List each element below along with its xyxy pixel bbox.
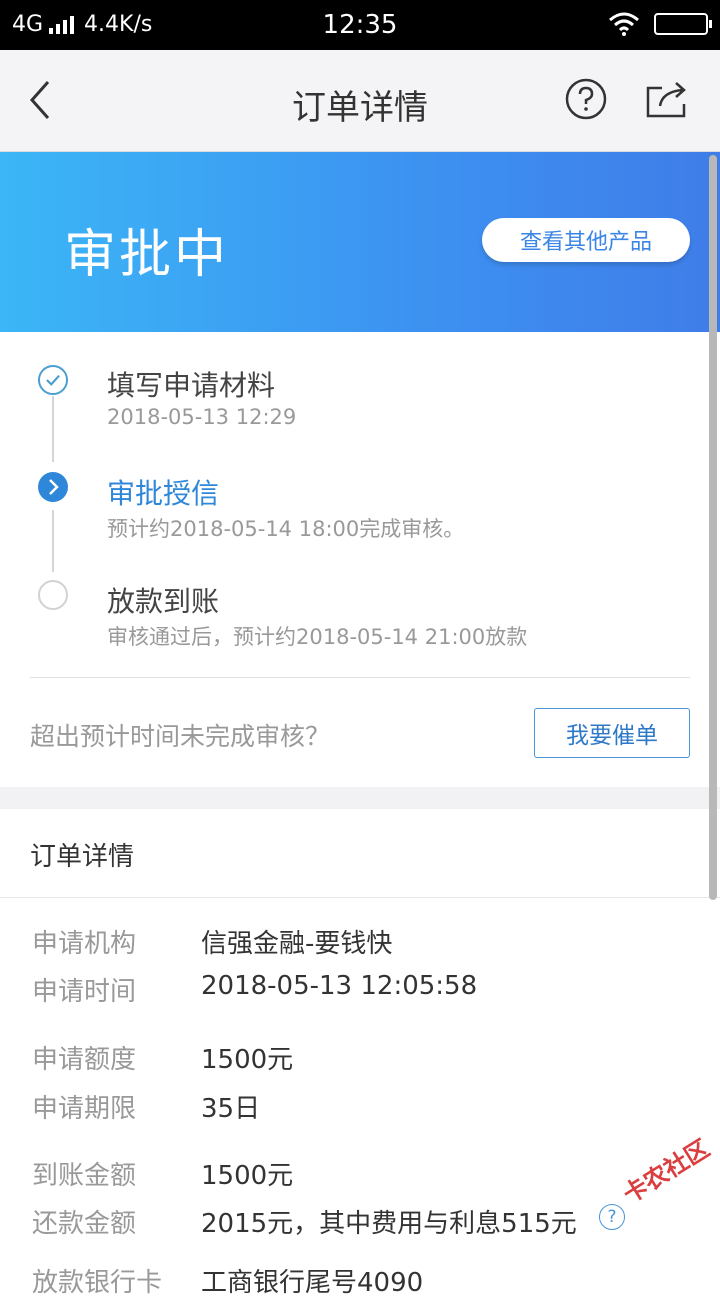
overtime-question: 超出预计时间未完成审核？ [30,722,331,751]
step-subtitle: 预计约2018-05-14 18:00完成审核。 [107,517,465,541]
section-gap [0,787,720,809]
detail-label: 放款银行卡 [32,1268,163,1298]
view-other-products-button[interactable]: 查看其他产品 [482,218,690,262]
urge-order-button[interactable]: 我要催单 [534,708,690,758]
page-title: 订单详情 [292,88,428,128]
step-title: 审批授信 [107,477,220,510]
step-title: 放款到账 [107,585,220,618]
help-icon[interactable] [565,78,607,120]
timeline-connector [52,510,54,572]
scrollbar[interactable] [709,155,717,900]
watermark-logo: 卡农社区 [618,1134,715,1209]
detail-label: 申请机构 [32,929,137,959]
progress-timeline: 填写申请材料 2018-05-13 12:29 审批授信 预计约2018-05-… [0,332,720,787]
step-title: 填写申请材料 [107,369,276,402]
timeline-connector [52,396,54,462]
share-icon[interactable] [644,78,690,120]
detail-value: 工商银行尾号4090 [201,1268,424,1298]
step-current-chevron-icon [38,472,68,502]
detail-label: 申请时间 [32,977,137,1007]
step-subtitle: 2018-05-13 12:29 [107,405,297,429]
approval-status: 审批中 [64,225,230,285]
detail-value: 2018-05-13 12:05:58 [201,971,478,1001]
details-section-title: 订单详情 [30,842,135,872]
detail-value: 1500元 [201,1045,294,1075]
detail-value: 35日 [201,1094,261,1124]
detail-label: 申请额度 [32,1045,137,1075]
detail-label: 申请期限 [32,1094,137,1124]
divider [30,677,690,678]
detail-label: 到账金额 [32,1161,137,1191]
detail-label: 还款金额 [32,1209,137,1239]
fee-help-icon[interactable]: ? [599,1204,625,1230]
divider [0,897,720,898]
wifi-icon [609,12,639,36]
detail-value: 1500元 [201,1161,294,1191]
status-banner: 审批中 查看其他产品 [0,152,720,332]
detail-value: 2015元，其中费用与利息515元 [201,1209,577,1239]
step-subtitle: 审核通过后，预计约2018-05-14 21:00放款 [107,625,528,649]
detail-value: 信强金融-要钱快 [201,929,393,959]
battery-icon [654,13,712,35]
step-pending-circle-icon [38,580,68,610]
step-done-check-icon [38,365,68,395]
status-bar: 4G 4.4K/s 12:35 [0,0,720,50]
nav-bar: 订单详情 [0,50,720,152]
